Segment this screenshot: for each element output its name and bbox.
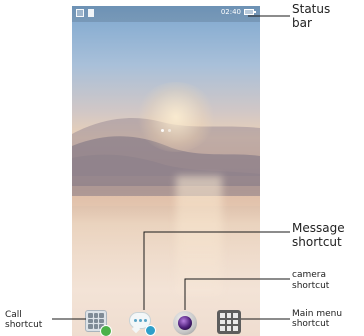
document-icon <box>88 9 94 17</box>
camera-shortcut-icon[interactable] <box>172 310 198 336</box>
status-icons-left <box>76 9 94 17</box>
page-indicator <box>72 129 260 132</box>
landscape-wallpaper <box>72 118 260 206</box>
message-shortcut-label: Message shortcut <box>292 221 345 249</box>
status-time: 02:40 <box>220 8 241 16</box>
phone-handset-icon <box>100 325 112 336</box>
status-bar: 02:40 <box>72 6 260 22</box>
sun-glow <box>136 82 216 152</box>
status-bar-label: Status bar <box>292 2 331 30</box>
camera-shortcut-label: camera shortcut <box>292 270 330 291</box>
main-menu-shortcut-label: Main menu shortcut <box>292 309 343 329</box>
app-grid-icon <box>217 310 241 334</box>
status-right: 02:40 <box>220 8 256 16</box>
page-dot <box>161 129 164 132</box>
battery-icon <box>244 9 256 15</box>
call-shortcut-icon[interactable] <box>85 310 112 336</box>
phone-home-screen: 02:40 <box>72 6 260 336</box>
annotated-phone-figure: 02:40 Status bar Message shortcut camera… <box>0 0 364 336</box>
sim-icon <box>76 9 84 17</box>
message-badge-icon <box>145 325 156 336</box>
camera-lens-icon <box>178 316 192 330</box>
water-reflection <box>176 176 222 296</box>
message-shortcut-icon[interactable] <box>129 310 156 336</box>
main-menu-shortcut-icon[interactable] <box>217 310 243 336</box>
page-dot <box>168 129 171 132</box>
call-shortcut-label: Call shortcut <box>5 310 43 330</box>
typing-dots <box>134 319 147 322</box>
